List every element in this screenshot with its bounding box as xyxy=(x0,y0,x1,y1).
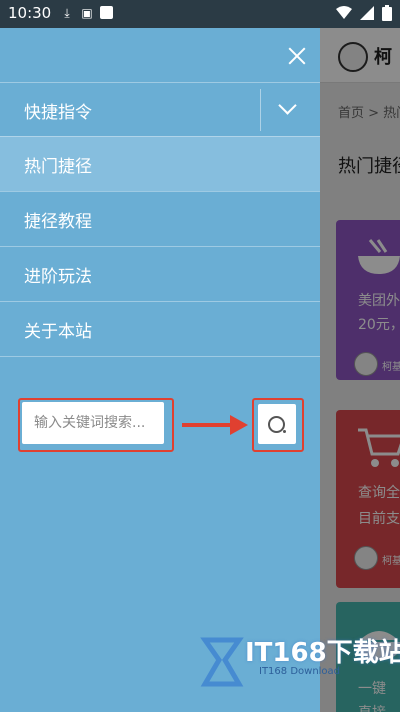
chevron-down-icon xyxy=(278,96,297,115)
watermark: IT168下载站 IT168 Download xyxy=(195,628,400,704)
menu-item-label: 进阶玩法 xyxy=(24,267,92,287)
signal-icon xyxy=(360,6,374,20)
system-icons xyxy=(336,5,392,21)
wifi-icon xyxy=(336,6,352,19)
status-time: 10:30 xyxy=(8,4,52,22)
expand-submenu-button[interactable] xyxy=(260,89,321,131)
close-icon[interactable] xyxy=(282,42,312,72)
search-icon-handle xyxy=(283,430,286,433)
watermark-logo-icon xyxy=(200,637,244,687)
search-input[interactable] xyxy=(22,402,164,444)
watermark-text: IT168下载站 xyxy=(245,638,400,668)
drawer-scrim[interactable] xyxy=(320,28,400,712)
menu-item-shortcuts[interactable]: 快捷指令 xyxy=(0,82,320,137)
menu-item-hot[interactable]: 热门捷径 xyxy=(0,136,320,191)
app-notification-icon: ▣ xyxy=(81,6,93,20)
notification-square-icon xyxy=(100,6,113,19)
menu-item-advanced[interactable]: 进阶玩法 xyxy=(0,246,320,301)
menu-item-label: 关于本站 xyxy=(24,322,92,342)
notification-icons: ⤓ ▣ xyxy=(60,6,113,20)
menu-item-tutorial[interactable]: 捷径教程 xyxy=(0,191,320,246)
menu-item-label: 捷径教程 xyxy=(24,212,92,232)
battery-icon xyxy=(382,5,392,21)
menu-item-about[interactable]: 关于本站 xyxy=(0,301,320,357)
arrow-right-icon xyxy=(182,415,248,435)
menu-item-label: 快捷指令 xyxy=(24,103,92,123)
watermark-subtext: IT168 Download xyxy=(259,666,341,677)
status-bar: 10:30 ⤓ ▣ xyxy=(0,0,400,28)
download-icon: ⤓ xyxy=(64,5,70,20)
navigation-drawer: 快捷指令 热门捷径 捷径教程 进阶玩法 关于本站 xyxy=(0,28,320,712)
menu-item-label: 热门捷径 xyxy=(24,157,92,177)
search-button[interactable] xyxy=(258,404,296,444)
